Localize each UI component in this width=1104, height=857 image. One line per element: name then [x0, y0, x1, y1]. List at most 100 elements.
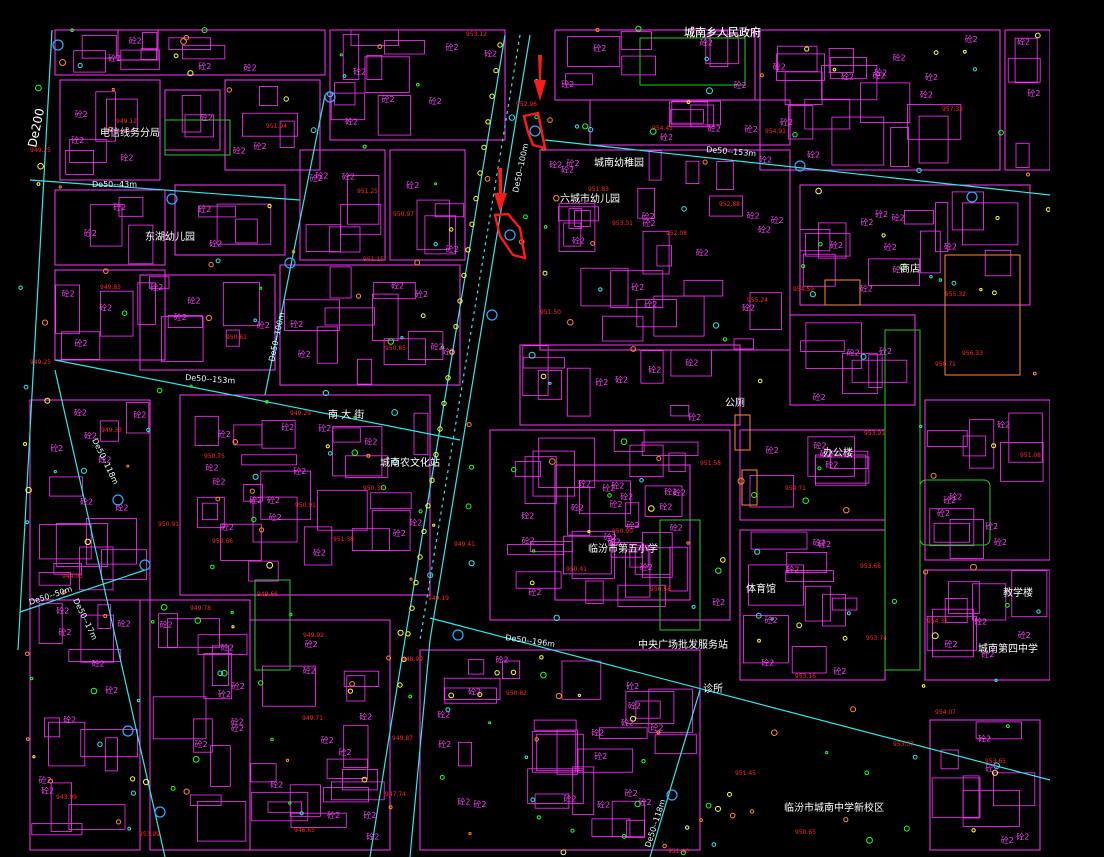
building-type-label: 砼2 [780, 117, 793, 127]
building-type-label: 砼2 [673, 487, 686, 497]
building-type-label: 砼2 [446, 42, 459, 52]
building-type-label: 砼2 [965, 34, 978, 44]
label-toilet: 公厕 [725, 397, 745, 409]
elevation-label: 955.32 [945, 291, 966, 298]
elevation-label: 950.82 [506, 690, 527, 697]
building-type-label: 砼2 [257, 320, 270, 330]
building-type-label: 砼2 [231, 723, 244, 733]
building-type-label: 砼2 [997, 419, 1010, 429]
label-school-5: 临汾市第五小学 [588, 542, 658, 555]
elevation-label: 953.16 [795, 673, 816, 680]
elevation-label: 950.71 [935, 361, 956, 368]
label-store: 商店 [900, 262, 920, 275]
building-type-label: 砼2 [841, 71, 854, 81]
building-type-label: 砼2 [758, 225, 771, 235]
label-market: 中央广场批发服务站 [638, 638, 728, 651]
building-type-label: 砼2 [213, 476, 226, 486]
map-background [0, 0, 1104, 857]
label-telecom: 电信线务分局 [100, 126, 160, 139]
building-type-label: 砼2 [597, 800, 610, 810]
building-type-label: 砼2 [1027, 88, 1040, 98]
elevation-label: 949.66 [257, 591, 278, 598]
building-type-label: 砼2 [561, 165, 574, 175]
building-type-label: 砼2 [591, 727, 604, 737]
building-type-label: 砼2 [564, 793, 577, 803]
building-type-label: 砼2 [84, 228, 97, 238]
building-type-label: 砼2 [670, 523, 683, 533]
building-type-label: 砼2 [118, 619, 131, 629]
label-culture: 城南农文化站 [380, 456, 440, 469]
building-type-label: 砼2 [660, 132, 673, 142]
pipe-label-de50-43[interactable]: De50--43m [92, 180, 137, 189]
building-type-label: 砼2 [628, 701, 641, 711]
elevation-label: 950.33 [363, 485, 384, 492]
elevation-label: 954.07 [935, 709, 956, 716]
elevation-label: 951.50 [540, 309, 561, 316]
map-canvas[interactable]: 砼2 砼2 砼2 砼2 砼2 砼2 砼2 砼2 砼2 砼2 砼2 砼2 砼2 砼2 砼2 砼2 砼2 砼2 砼2 砼2… [0, 0, 1104, 857]
building-type-label: 砼2 [438, 739, 451, 749]
building-type-label: 砼2 [528, 587, 541, 597]
building-type-label: 砼2 [884, 242, 897, 252]
building-type-label: 砼2 [807, 150, 820, 160]
elevation-label: 951.45 [735, 770, 756, 777]
building-type-label: 砼2 [879, 346, 892, 356]
building-type-label: 砼2 [281, 422, 294, 432]
building-type-label: 砼2 [62, 288, 75, 298]
building-type-label: 砼2 [761, 658, 774, 668]
label-clinic: 诊所 [703, 682, 723, 695]
building-type-label: 砼2 [860, 283, 873, 293]
building-type-label: 砼2 [198, 61, 211, 71]
elevation-label: 949.71 [302, 715, 323, 722]
elevation-label: 953.91 [864, 430, 885, 437]
building-type-label: 砼2 [786, 565, 799, 575]
building-type-label: 砼2 [593, 43, 606, 53]
building-type-label: 砼2 [409, 517, 422, 527]
building-type-label: 砼2 [39, 775, 52, 785]
building-type-label: 砼2 [625, 788, 638, 798]
building-type-label: 砼2 [734, 80, 747, 90]
building-type-label: 砼2 [621, 717, 634, 727]
building-type-label: 砼2 [133, 410, 146, 420]
building-type-label: 砼2 [659, 502, 672, 512]
building-type-label: 砼2 [366, 832, 379, 842]
building-type-label: 砼2 [522, 536, 535, 546]
elevation-label: 951.83 [588, 186, 609, 193]
building-type-label: 砼2 [484, 49, 497, 59]
label-kindergarten-1: 东湖幼儿园 [145, 230, 195, 243]
building-type-label: 砼2 [327, 810, 340, 820]
elevation-label: 953.99 [139, 831, 160, 838]
building-type-label: 砼2 [937, 508, 950, 518]
building-type-label: 砼2 [108, 53, 121, 63]
building-type-label: 砼2 [393, 528, 406, 538]
building-type-label: 砼2 [893, 52, 906, 62]
building-type-label: 砼2 [685, 357, 698, 367]
elevation-label: 950.61 [226, 334, 247, 341]
elevation-label: 949.41 [454, 541, 475, 548]
building-type-label: 砼2 [521, 511, 534, 521]
elevation-label: 949.92 [303, 632, 324, 639]
building-type-label: 砼2 [925, 72, 938, 82]
building-type-label: 砼2 [221, 643, 234, 653]
building-type-label: 砼2 [365, 437, 378, 447]
building-type-label: 砼2 [572, 235, 585, 245]
building-type-label: 砼2 [615, 375, 628, 385]
building-type-label: 砼2 [267, 495, 280, 505]
building-type-label: 砼2 [415, 289, 428, 299]
building-type-label: 砼2 [270, 780, 283, 790]
building-type-label: 砼2 [50, 443, 63, 453]
building-type-label: 砼2 [244, 62, 257, 72]
elevation-label: 950.65 [795, 829, 816, 836]
building-type-label: 砼2 [75, 338, 88, 348]
elevation-label: 952.96 [516, 101, 537, 108]
elevation-label: 951.25 [357, 188, 378, 195]
building-type-label: 砼2 [209, 239, 222, 249]
elevation-label: 953.37 [893, 741, 914, 748]
elevation-label: 947.74 [385, 791, 406, 798]
building-type-label: 砼2 [391, 280, 404, 290]
elevation-label: 949.19 [428, 595, 449, 602]
building-type-label: 砼2 [198, 204, 211, 214]
building-type-label: 砼2 [75, 109, 88, 119]
label-teaching: 教学楼 [1003, 586, 1033, 599]
elevation-label: 949.33 [101, 427, 122, 434]
building-type-label: 砼2 [80, 497, 93, 507]
